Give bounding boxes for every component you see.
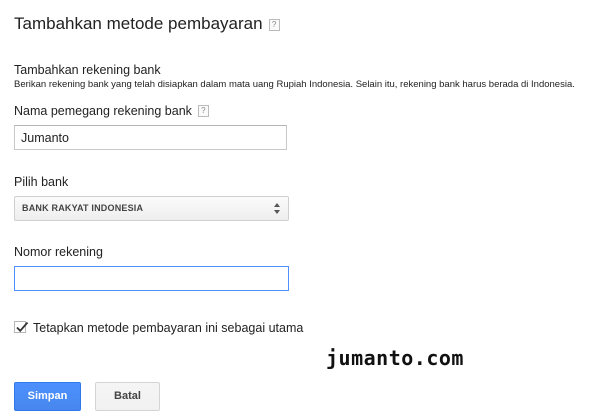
bank-select[interactable]: BANK RAKYAT INDONESIA xyxy=(14,196,289,221)
account-number-input[interactable] xyxy=(14,266,289,291)
section-description: Berikan rekening bank yang telah disiapk… xyxy=(14,79,575,90)
page-title-text: Tambahkan metode pembayaran xyxy=(14,14,263,33)
bank-select-label: Pilih bank xyxy=(14,175,69,189)
primary-method-label: Tetapkan metode pembayaran ini sebagai u… xyxy=(33,321,304,335)
holder-name-label: Nama pemegang rekening bank? xyxy=(14,104,209,118)
save-button[interactable]: Simpan xyxy=(14,382,81,411)
primary-method-checkbox[interactable] xyxy=(14,321,29,333)
cancel-button[interactable]: Batal xyxy=(95,382,160,411)
holder-name-label-text: Nama pemegang rekening bank xyxy=(14,104,192,118)
watermark-text: jumanto.com xyxy=(326,346,464,370)
holder-name-input[interactable] xyxy=(14,125,287,150)
page-title: Tambahkan metode pembayaran? xyxy=(14,14,280,34)
section-title: Tambahkan rekening bank xyxy=(14,63,161,77)
select-arrows-icon xyxy=(274,201,282,217)
checkmark-icon xyxy=(16,321,29,333)
help-icon[interactable]: ? xyxy=(197,105,209,117)
account-number-label: Nomor rekening xyxy=(14,245,103,259)
help-icon[interactable]: ? xyxy=(268,19,280,31)
bank-select-value: BANK RAKYAT INDONESIA xyxy=(22,203,144,213)
